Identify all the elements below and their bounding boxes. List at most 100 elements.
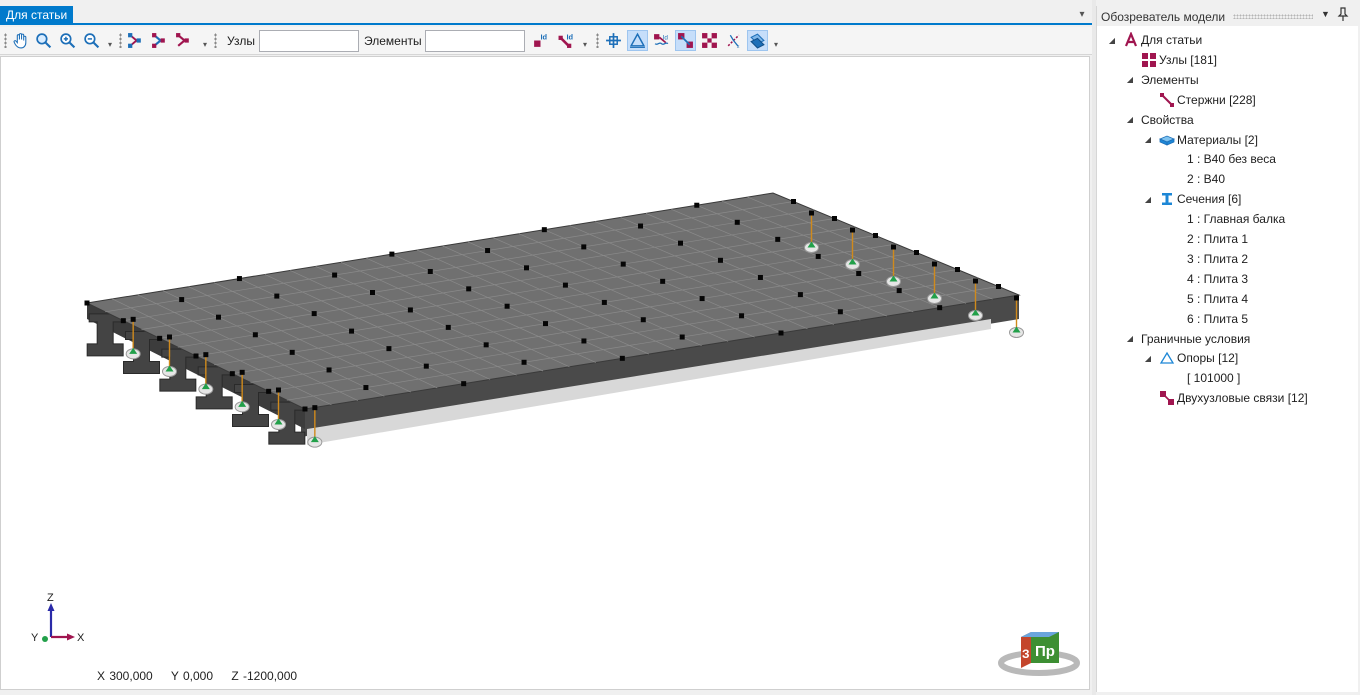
tree-item-label: Сечения [6]	[1177, 192, 1242, 207]
expand-arrow-icon[interactable]: ◢	[1143, 135, 1153, 144]
tree-item-label: Опоры [12]	[1177, 351, 1239, 366]
node-marker	[349, 328, 355, 334]
node-marker	[797, 292, 803, 298]
nodes-icon	[1141, 52, 1157, 68]
expand-arrow-icon[interactable]: ◢	[1125, 75, 1135, 84]
node-marker	[370, 290, 375, 295]
elements-filter-input[interactable]	[425, 30, 525, 52]
node-marker	[312, 405, 318, 411]
element-markers-icon[interactable]	[699, 30, 720, 51]
node-marker	[581, 244, 587, 250]
toolbar-overflow-dropdown[interactable]: ▾	[772, 40, 780, 50]
elements-filter-label: Элементы	[364, 34, 422, 48]
chevron-down-icon[interactable]: ▾	[1076, 8, 1088, 22]
tree-item-label: Материалы [2]	[1177, 132, 1258, 147]
3d-viewport[interactable]: Z Y X З Пр X 300,000 Y 0,000 Z -1200,000	[0, 56, 1090, 690]
tree-item[interactable]: ◢ Элементы	[1125, 70, 1199, 90]
section-view-icon[interactable]	[747, 30, 768, 51]
node-marker	[679, 334, 685, 340]
expand-arrow-icon[interactable]: ◢	[1125, 115, 1135, 124]
toolbar-grip[interactable]	[4, 33, 7, 48]
supports-icon[interactable]	[627, 30, 648, 51]
toolbar-grip[interactable]	[596, 33, 599, 48]
tree-item[interactable]: ◢ Опоры [12]	[1143, 348, 1238, 368]
tree-item[interactable]: ◢ Сечения [6]	[1143, 189, 1241, 209]
center-axes-icon[interactable]	[603, 30, 624, 51]
toolbar-grip[interactable]	[119, 33, 122, 48]
tree-item[interactable]: Узлы [181]	[1125, 50, 1217, 70]
select-elements-icon[interactable]	[149, 30, 170, 51]
node-marker	[266, 388, 272, 394]
tree-item[interactable]: Двухузловые связи [12]	[1143, 388, 1308, 408]
tree-item[interactable]: 1 : Главная балка	[1171, 209, 1285, 229]
node-marker	[601, 299, 607, 305]
tree-item[interactable]: 1 : B40 без веса	[1171, 149, 1276, 169]
tree-item[interactable]: 3 : Плита 2	[1171, 249, 1248, 269]
toolbar-overflow-dropdown[interactable]: ▾	[581, 40, 589, 50]
document-pane: Для статьи ▾ ▾ ▾ Узлы Элементы Id Id ▾ I…	[0, 6, 1092, 690]
tree-item[interactable]: ◢ Свойства	[1125, 110, 1194, 130]
tree-item[interactable]: 2 : B40	[1171, 169, 1225, 189]
node-marker	[932, 261, 937, 267]
tree-item-label: 3 : Плита 2	[1187, 251, 1249, 266]
pan-hand-icon[interactable]	[10, 30, 31, 51]
node-marker	[120, 318, 126, 324]
node-markers-icon[interactable]	[675, 30, 696, 51]
toolbar-overflow-dropdown[interactable]: ▾	[106, 40, 114, 50]
view-cube[interactable]: З Пр	[997, 617, 1081, 677]
tree-item[interactable]: 2 : Плита 1	[1171, 229, 1248, 249]
tree-item[interactable]: ◢ Материалы [2]	[1143, 130, 1258, 150]
tree-item[interactable]: 6 : Плита 5	[1171, 309, 1248, 329]
panel-drag-handle[interactable]	[1233, 14, 1313, 19]
node-marker	[562, 282, 568, 288]
zoom-out-icon[interactable]	[81, 30, 102, 51]
toolbar-overflow-dropdown[interactable]: ▾	[201, 40, 209, 50]
axis-z-label: Z	[47, 593, 54, 604]
materials-icon	[1159, 132, 1175, 148]
zoom-fit-icon[interactable]	[33, 30, 54, 51]
model-explorer-title: Обозреватель модели	[1101, 10, 1226, 24]
node-marker	[276, 387, 281, 393]
node-marker	[541, 227, 547, 233]
node-marker	[485, 248, 491, 254]
node-marker	[778, 330, 784, 336]
tree-item[interactable]: 4 : Плита 3	[1171, 269, 1248, 289]
select-nodes-icon[interactable]	[125, 30, 146, 51]
tree-item[interactable]: ◢ Для статьи	[1107, 30, 1202, 50]
node-marker	[955, 267, 960, 272]
supports-icon	[1159, 350, 1175, 366]
node-marker	[466, 286, 472, 292]
tree-item[interactable]: [ 101000 ]	[1171, 368, 1240, 388]
links-icon[interactable]: Id	[651, 30, 672, 51]
tree-item-label: 2 : B40	[1187, 172, 1226, 187]
toolbar-grip[interactable]	[214, 33, 217, 48]
model-3d-view[interactable]	[1, 57, 1089, 689]
zoom-in-icon[interactable]	[57, 30, 78, 51]
node-marker	[504, 303, 510, 309]
expand-arrow-icon[interactable]: ◢	[1107, 36, 1117, 45]
node-marker	[407, 307, 413, 313]
node-marker	[775, 236, 781, 242]
node-marker	[311, 311, 317, 317]
node-marker	[236, 276, 242, 282]
expand-arrow-icon[interactable]: ◢	[1143, 195, 1153, 204]
cursor-coordinates: X 300,000 Y 0,000 Z -1200,000	[97, 669, 311, 683]
expand-arrow-icon[interactable]: ◢	[1143, 354, 1153, 363]
element-id-icon[interactable]: Id	[556, 30, 577, 51]
node-id-icon[interactable]: Id	[530, 30, 551, 51]
pin-icon[interactable]	[1337, 7, 1349, 24]
local-axes-icon[interactable]: x	[723, 30, 744, 51]
select-both-icon[interactable]	[173, 30, 194, 51]
node-marker	[791, 199, 796, 204]
tab-document[interactable]: Для статьи	[0, 6, 74, 25]
nodes-filter-input[interactable]	[259, 30, 359, 52]
tree-item[interactable]: ◢ Граничные условия	[1125, 329, 1250, 349]
tree-item[interactable]: Стержни [228]	[1143, 90, 1256, 110]
svg-text:Id: Id	[541, 32, 548, 41]
node-marker	[193, 353, 199, 359]
tree-item[interactable]: 5 : Плита 4	[1171, 289, 1248, 309]
expand-arrow-icon[interactable]: ◢	[1125, 334, 1135, 343]
chevron-down-icon[interactable]: ▼	[1321, 9, 1330, 19]
coord-z: Z -1200,000	[231, 669, 298, 683]
tree-item-label: Элементы	[1141, 72, 1199, 87]
